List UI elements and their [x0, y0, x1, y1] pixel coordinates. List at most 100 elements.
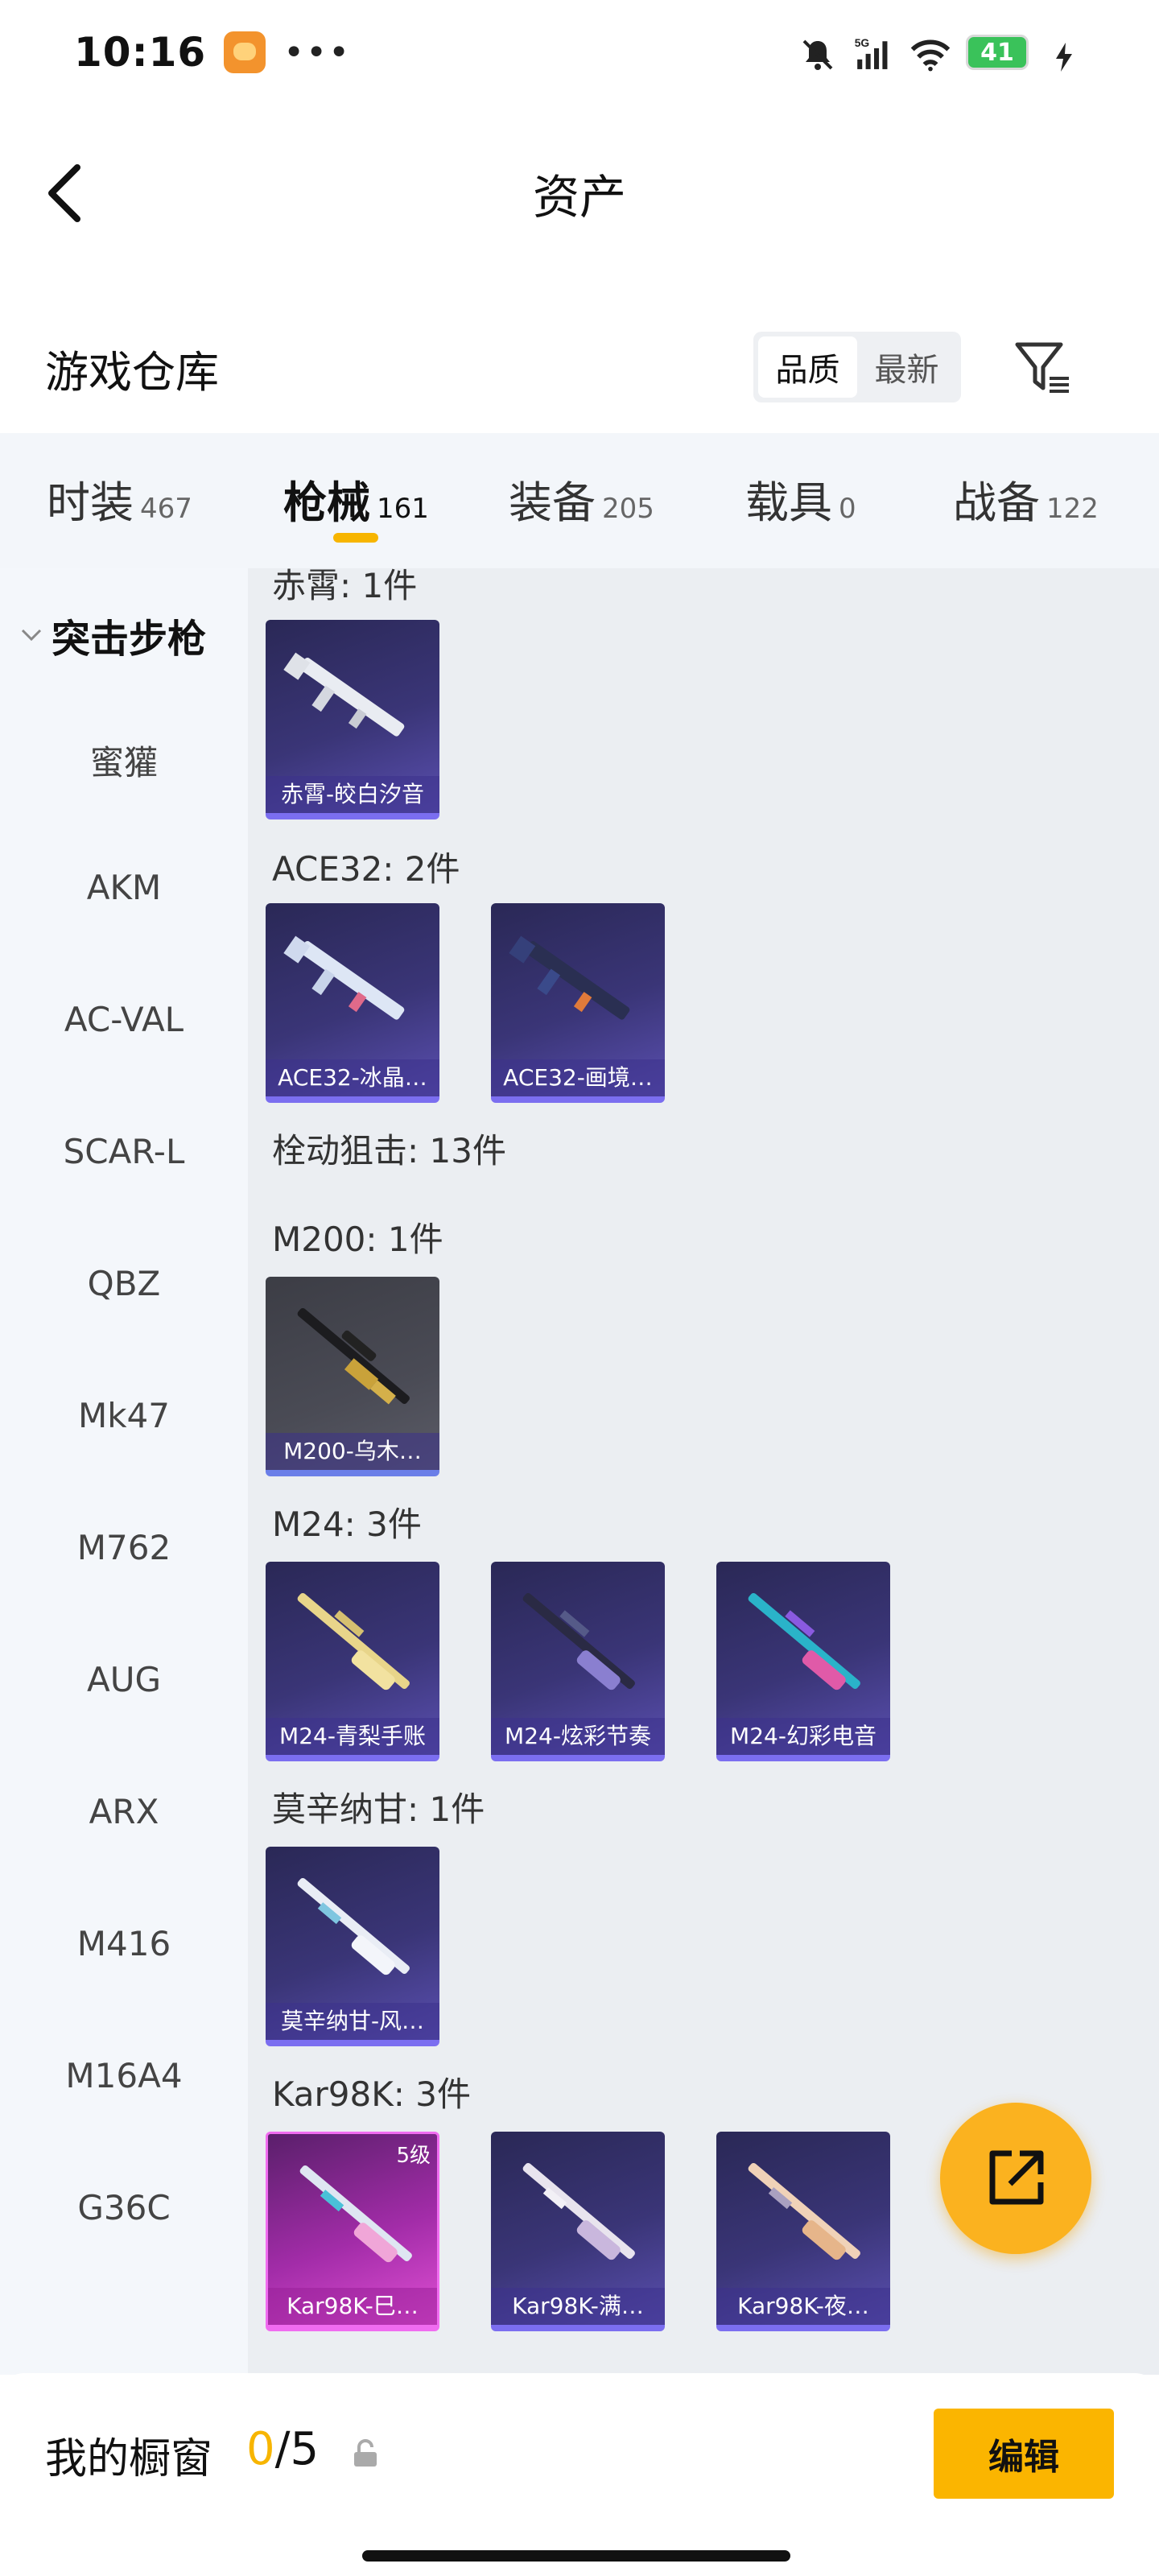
- edit-button[interactable]: 编辑: [934, 2409, 1114, 2499]
- skin-name: Kar98K-夜…: [716, 2288, 890, 2325]
- skin-name: 莫辛纳甘-风…: [266, 2003, 439, 2040]
- tab-label: 装备: [509, 477, 596, 528]
- skin-card[interactable]: ACE32-画境…: [491, 903, 665, 1103]
- sniper-skin-icon: [748, 1592, 860, 1690]
- sidebar-item[interactable]: M16A4: [0, 2056, 248, 2095]
- skin-level-badge: 5级: [396, 2144, 431, 2168]
- tab-supplies[interactable]: 战备 122: [953, 467, 1099, 530]
- sidebar-item[interactable]: G36C: [0, 2188, 248, 2227]
- skin-card[interactable]: 赤霄-皎白汐音: [266, 620, 439, 819]
- wifi-icon: [909, 31, 951, 73]
- weapon-sidebar: 突击步枪 蜜獾 AKM AC-VAL SCAR-L QBZ Mk47 M762 …: [0, 568, 248, 2375]
- tab-label: 枪械: [283, 477, 370, 528]
- home-indicator: [362, 2550, 790, 2562]
- sniper-skin-icon: [748, 2162, 860, 2260]
- skin-card[interactable]: ACE32-冰晶…: [266, 903, 439, 1103]
- showcase-current: 0: [246, 2423, 275, 2475]
- group-title-ace32: ACE32: 2件: [272, 849, 460, 889]
- tab-label: 战备: [953, 477, 1040, 528]
- sniper-skin-icon: [522, 2162, 635, 2260]
- sniper-skin-icon: [297, 1877, 410, 1975]
- skin-card[interactable]: M24-幻彩电音: [716, 1562, 890, 1761]
- warehouse-section: 游戏仓库 品质 最新: [0, 314, 1159, 411]
- skin-name: M24-炫彩节奏: [491, 1718, 665, 1755]
- signal-5g-icon: 5G: [853, 31, 895, 73]
- sidebar-item[interactable]: QBZ: [0, 1264, 248, 1303]
- sidebar-item[interactable]: AC-VAL: [0, 1000, 248, 1039]
- skin-name: ACE32-冰晶…: [266, 1059, 439, 1096]
- sidebar-item[interactable]: AUG: [0, 1660, 248, 1699]
- external-link-icon: [989, 2150, 1044, 2205]
- showcase-total: /5: [274, 2423, 320, 2475]
- sort-quality-button[interactable]: 品质: [758, 336, 857, 398]
- page-title: 资产: [532, 170, 626, 225]
- skin-card[interactable]: 5级 Kar98K-巳…: [266, 2132, 439, 2331]
- sidebar-item[interactable]: M762: [0, 1528, 248, 1567]
- sidebar-group-label: 突击步枪: [52, 617, 207, 662]
- tab-count: 205: [602, 493, 654, 525]
- mute-bell-icon: [797, 31, 839, 73]
- category-tabs: 时装 467 枪械 161 装备 205 载具 0 战备 122: [0, 433, 1159, 568]
- app-notification-icon: [224, 31, 266, 73]
- group-title-kar98k: Kar98K: 3件: [272, 2074, 472, 2114]
- sidebar-group-assault-rifles[interactable]: 突击步枪: [19, 607, 206, 663]
- filter-icon: [1015, 342, 1069, 393]
- skin-name: Kar98K-满…: [491, 2288, 665, 2325]
- sidebar-item[interactable]: 蜜獾: [0, 736, 248, 785]
- tab-vehicles[interactable]: 载具 0: [745, 467, 856, 530]
- skin-card[interactable]: Kar98K-夜…: [716, 2132, 890, 2331]
- skin-name: M24-幻彩电音: [716, 1718, 890, 1755]
- skin-name: ACE32-画境…: [491, 1059, 665, 1096]
- sidebar-item[interactable]: Mk47: [0, 1396, 248, 1435]
- more-notifications-icon: •••: [283, 31, 352, 73]
- status-icons: 5G 41: [797, 31, 1085, 73]
- warehouse-title: 游戏仓库: [45, 347, 219, 398]
- sidebar-item[interactable]: SCAR-L: [0, 1132, 248, 1171]
- lock-icon: [354, 2439, 377, 2467]
- battery-indicator: 41: [966, 35, 1029, 70]
- skin-name: Kar98K-巳…: [268, 2288, 437, 2325]
- sniper-skin-icon: [297, 1592, 410, 1690]
- showcase-bar: 我的橱窗 0/5 编辑: [0, 2373, 1159, 2576]
- active-tab-indicator: [333, 533, 378, 543]
- charging-icon: [1043, 31, 1085, 73]
- sniper-skin-icon: [297, 1307, 410, 1405]
- tab-guns[interactable]: 枪械 161: [283, 467, 429, 530]
- skin-name: 赤霄-皎白汐音: [266, 776, 439, 813]
- chevron-down-icon: [21, 629, 42, 642]
- page-header: 资产: [0, 105, 1159, 274]
- skin-name: M200-乌木…: [266, 1433, 439, 1470]
- sort-newest-button[interactable]: 最新: [857, 336, 956, 398]
- tab-count: 467: [140, 493, 192, 525]
- status-time: 10:16: [74, 29, 207, 76]
- rifle-skin-icon: [283, 935, 405, 1020]
- showcase-label: 我的橱窗: [45, 2435, 213, 2483]
- group-title-m24: M24: 3件: [272, 1505, 422, 1544]
- sidebar-item[interactable]: M416: [0, 1924, 248, 1963]
- tab-count: 122: [1046, 493, 1099, 525]
- skin-card[interactable]: M200-乌木…: [266, 1277, 439, 1476]
- skin-card[interactable]: M24-炫彩节奏: [491, 1562, 665, 1761]
- sidebar-item[interactable]: ARX: [0, 1792, 248, 1831]
- skin-card[interactable]: Kar98K-满…: [491, 2132, 665, 2331]
- share-fab-button[interactable]: [940, 2103, 1091, 2254]
- skin-card[interactable]: M24-青梨手账: [266, 1562, 439, 1761]
- sniper-skin-icon: [522, 1592, 635, 1690]
- tab-fashion[interactable]: 时装 467: [47, 467, 192, 530]
- status-bar: 10:16 ••• 5G 41: [0, 0, 1159, 105]
- skin-card[interactable]: 莫辛纳甘-风…: [266, 1847, 439, 2046]
- skin-name: M24-青梨手账: [266, 1718, 439, 1755]
- rifle-skin-icon: [283, 652, 405, 737]
- rifle-skin-icon: [509, 935, 630, 1020]
- group-title-m200: M200: 1件: [272, 1220, 443, 1259]
- tab-count: 0: [839, 493, 856, 525]
- tab-label: 载具: [745, 477, 832, 528]
- showcase-count: 0/5: [246, 2423, 319, 2475]
- filter-button[interactable]: [1011, 335, 1075, 399]
- tab-count: 161: [377, 493, 429, 525]
- svg-text:5G: 5G: [855, 36, 870, 49]
- tab-equipment[interactable]: 装备 205: [509, 467, 654, 530]
- tab-label: 时装: [47, 477, 134, 528]
- group-title-mosin: 莫辛纳甘: 1件: [272, 1790, 485, 1829]
- sidebar-item[interactable]: AKM: [0, 868, 248, 907]
